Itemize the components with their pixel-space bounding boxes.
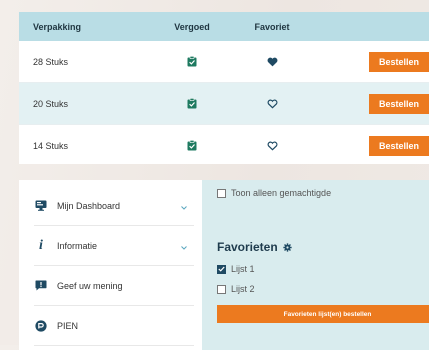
show-authorized-option[interactable]: Toon alleen gemachtigde [217, 188, 331, 198]
chevron-down-icon [181, 202, 187, 212]
favorites-title: Favorieten [217, 240, 278, 254]
header-packaging: Verpakking [33, 21, 82, 32]
sidebar-item-feedback[interactable]: Geef uw mening [34, 266, 194, 306]
favorite-toggle[interactable] [227, 99, 317, 109]
table-header: Verpakking Vergoed Favoriet [19, 12, 429, 41]
list-2-label: Lijst 2 [231, 284, 255, 294]
heart-outline-icon [267, 99, 277, 109]
sidebar-item-pien[interactable]: PIEN [34, 306, 194, 346]
list-option-1[interactable]: Lijst 1 [217, 264, 255, 274]
favorite-toggle[interactable] [227, 141, 317, 151]
sidebar-item-dashboard[interactable]: Mijn Dashboard [34, 186, 194, 226]
sidebar-item-label: Mijn Dashboard [57, 200, 121, 211]
order-button[interactable]: Bestellen [369, 135, 429, 156]
reimbursed-cell [157, 98, 227, 109]
dashboard-icon [34, 199, 48, 213]
list-1-label: Lijst 1 [231, 264, 255, 274]
table-row: 28 Stuks Bestellen [19, 41, 429, 83]
favorites-heading: Favorieten [217, 240, 292, 254]
packaging-cell: 20 Stuks [33, 98, 69, 109]
info-icon: i [39, 237, 43, 253]
heart-filled-icon [267, 57, 277, 66]
favorite-toggle[interactable] [227, 57, 317, 67]
feedback-icon [34, 279, 48, 293]
packaging-table: Verpakking Vergoed Favoriet 28 Stuks Bes… [19, 12, 429, 164]
heart-outline-icon [267, 141, 277, 151]
packaging-cell: 14 Stuks [33, 140, 69, 151]
list-option-2[interactable]: Lijst 2 [217, 284, 255, 294]
order-favorites-button[interactable]: Favorieten lijst(en) bestellen [217, 305, 429, 323]
pien-icon [34, 319, 48, 333]
sidebar: Mijn Dashboard i Informatie Geef uw meni… [19, 180, 202, 350]
reimbursed-cell [157, 140, 227, 151]
sidebar-item-informatie[interactable]: i Informatie [34, 226, 194, 266]
table-row: 20 Stuks Bestellen [19, 83, 429, 125]
clipboard-check-icon [187, 140, 197, 151]
clipboard-check-icon [187, 98, 197, 109]
reimbursed-cell [157, 56, 227, 67]
list-1-checkbox[interactable] [217, 264, 226, 274]
show-authorized-label: Toon alleen gemachtigde [231, 188, 332, 198]
order-button[interactable]: Bestellen [369, 51, 429, 72]
list-2-checkbox[interactable] [217, 284, 226, 294]
gear-icon[interactable] [283, 242, 292, 252]
packaging-cell: 28 Stuks [33, 56, 69, 67]
chevron-down-icon [181, 242, 187, 252]
checkmark-icon [218, 266, 225, 272]
header-favorite: Favoriet [254, 21, 290, 32]
bottom-panel: Mijn Dashboard i Informatie Geef uw meni… [19, 180, 429, 350]
header-reimbursed: Vergoed [174, 21, 210, 32]
show-authorized-checkbox[interactable] [217, 188, 226, 198]
order-button[interactable]: Bestellen [369, 93, 429, 114]
sidebar-item-label: PIEN [57, 320, 79, 331]
sidebar-item-label: Informatie [57, 240, 98, 251]
sidebar-item-label: Geef uw mening [57, 280, 123, 291]
clipboard-check-icon [187, 56, 197, 67]
favorites-panel: Toon alleen gemachtigde Favorieten Lijst… [202, 180, 429, 350]
table-row: 14 Stuks Bestellen [19, 125, 429, 164]
